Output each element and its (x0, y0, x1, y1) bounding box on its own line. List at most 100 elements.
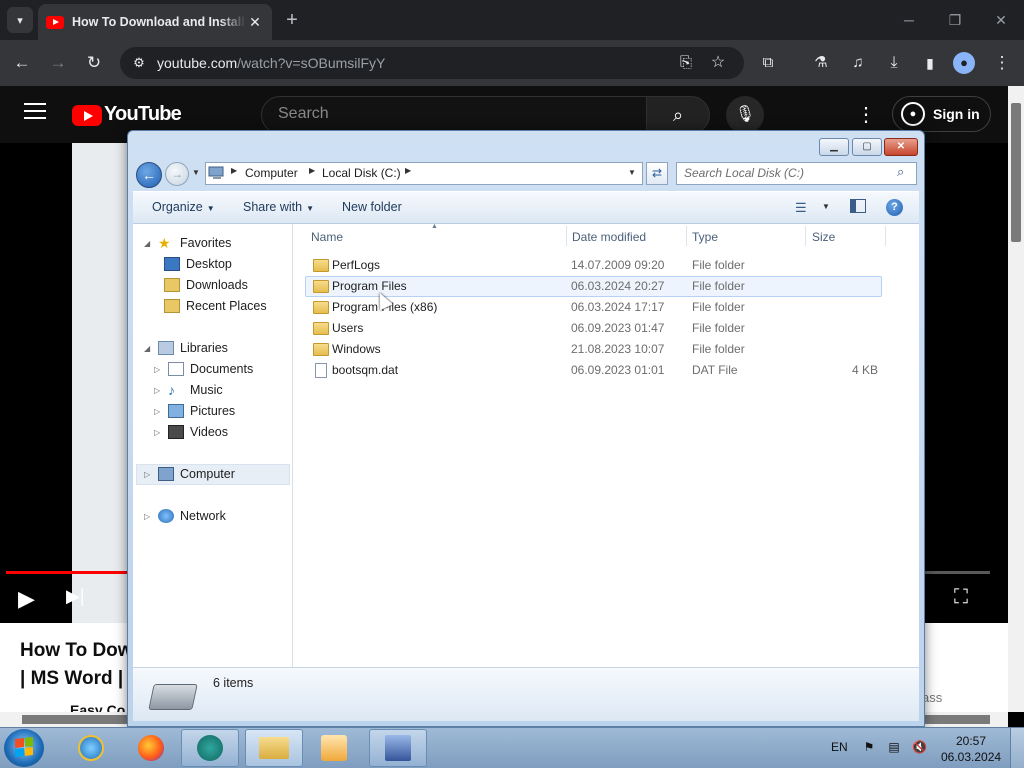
back-button[interactable]: ← (9, 50, 35, 76)
window-close-button[interactable]: ✕ (989, 8, 1013, 32)
voice-search-mic-icon[interactable]: 🎙 (726, 96, 764, 134)
chrome-menu-icon[interactable]: ⋮ (989, 50, 1015, 76)
collapse-arrow-icon[interactable]: ◢ (144, 344, 152, 353)
nav-item-downloads[interactable]: Downloads (164, 275, 248, 295)
window-restore-button[interactable]: ❐ (943, 8, 967, 32)
tab-search-button[interactable]: ▾ (7, 7, 33, 33)
action-center-flag-icon[interactable]: ⚑ (862, 740, 876, 754)
column-divider[interactable] (805, 226, 806, 246)
forward-button[interactable]: → (45, 50, 71, 76)
expand-arrow-icon[interactable]: ▷ (144, 470, 152, 479)
hamburger-menu-icon[interactable] (24, 103, 46, 121)
taskbar-internet-explorer[interactable] (62, 729, 120, 767)
column-divider[interactable] (686, 226, 687, 246)
profile-avatar-icon[interactable]: ● (953, 52, 975, 74)
taskbar-explorer[interactable] (245, 729, 303, 767)
file-row[interactable]: Windows 21.08.2023 10:07 File folder (305, 339, 882, 360)
volume-muted-icon[interactable]: 🔇 (912, 740, 927, 754)
side-panel-icon[interactable]: ▮ (917, 50, 943, 76)
refresh-icon[interactable]: ⇄ (646, 162, 668, 185)
column-divider[interactable] (566, 226, 567, 246)
new-folder-button[interactable]: New folder (342, 200, 402, 214)
language-indicator[interactable]: EN (831, 740, 848, 754)
labs-flask-icon[interactable]: ⚗ (808, 50, 834, 76)
organize-button[interactable]: Organize ▼ (152, 200, 215, 214)
explorer-forward-button[interactable]: → (165, 162, 189, 186)
reload-button[interactable]: ↻ (81, 50, 107, 76)
expand-arrow-icon[interactable]: ▷ (154, 386, 162, 395)
media-control-icon[interactable]: ♫ (845, 50, 871, 76)
nav-item-music[interactable]: ▷ ♪ Music (154, 380, 223, 400)
file-row[interactable]: PerfLogs 14.07.2009 09:20 File folder (305, 255, 882, 276)
browser-tab-active[interactable]: How To Download and Install | ✕ (38, 4, 272, 40)
expand-arrow-icon[interactable]: ▷ (154, 407, 162, 416)
nav-item-desktop[interactable]: Desktop (164, 254, 232, 274)
youtube-settings-more-icon[interactable]: ⋮ (856, 100, 876, 130)
change-view-icon[interactable]: ☰ (795, 200, 807, 216)
file-row[interactable]: Program Files (x86) 06.03.2024 17:17 Fil… (305, 297, 882, 318)
breadcrumb-separator-icon[interactable]: ▶ (231, 166, 237, 175)
help-icon[interactable]: ? (886, 199, 903, 216)
next-video-icon[interactable]: ▶| (66, 586, 92, 612)
bookmark-star-icon[interactable]: ☆ (705, 50, 731, 76)
column-header-date-modified[interactable]: Date modified (572, 230, 646, 244)
breadcrumb-computer[interactable]: Computer (245, 166, 298, 180)
taskbar-setup-app[interactable] (369, 729, 427, 767)
expand-arrow-icon[interactable]: ▷ (154, 365, 162, 374)
collapse-arrow-icon[interactable]: ◢ (144, 239, 152, 248)
nav-item-pictures[interactable]: ▷ Pictures (154, 401, 235, 421)
explorer-maximize-button[interactable]: ▢ (852, 138, 882, 156)
nav-item-computer[interactable]: ▷ Computer (144, 464, 235, 484)
expand-arrow-icon[interactable]: ▷ (144, 512, 152, 521)
column-divider[interactable] (885, 226, 886, 246)
explorer-back-button[interactable]: ← (136, 162, 162, 188)
address-dropdown-icon[interactable]: ▼ (628, 168, 636, 177)
network-tray-icon[interactable]: ▤ (887, 740, 901, 754)
address-url[interactable]: youtube.com/watch?v=sOBumsilFyY (157, 55, 385, 71)
expand-arrow-icon[interactable]: ▷ (154, 428, 162, 437)
explorer-minimize-button[interactable]: ▁ (819, 138, 849, 156)
nav-item-documents[interactable]: ▷ Documents (154, 359, 253, 379)
tab-close-button[interactable]: ✕ (246, 14, 264, 31)
share-with-button[interactable]: Share with ▼ (243, 200, 314, 214)
nav-item-recent-places[interactable]: Recent Places (164, 296, 267, 316)
search-icon[interactable]: ⌕ (897, 164, 904, 180)
taskbar-firefox[interactable] (122, 729, 180, 767)
breadcrumb-separator-icon[interactable]: ▶ (309, 166, 315, 175)
play-icon[interactable]: ▶ (18, 586, 44, 612)
taskbar-media-player[interactable] (305, 729, 363, 767)
video-title-line1: How To Dow (20, 640, 130, 661)
downloads-icon[interactable]: ⤓ (881, 50, 907, 76)
fullscreen-icon[interactable]: ⛶ (954, 586, 978, 610)
nav-item-network[interactable]: ▷ Network (144, 506, 226, 526)
file-row[interactable]: Program Files 06.03.2024 20:27 File fold… (305, 276, 882, 297)
clock-date[interactable]: 06.03.2024 (941, 750, 1001, 764)
explorer-close-button[interactable]: ✕ (884, 138, 918, 156)
nav-item-videos[interactable]: ▷ Videos (154, 422, 228, 442)
taskbar-chrome[interactable] (181, 729, 239, 767)
sign-in-button[interactable]: ● Sign in (892, 96, 991, 132)
column-header-type[interactable]: Type (692, 230, 718, 244)
clock-time[interactable]: 20:57 (941, 734, 1001, 748)
column-header-size[interactable]: Size (812, 230, 835, 244)
new-tab-button[interactable]: + (282, 8, 302, 32)
window-minimize-button[interactable]: ─ (897, 8, 921, 32)
install-app-icon[interactable]: ⎘ (673, 50, 699, 76)
nav-item-favorites[interactable]: ◢ ★ Favorites (144, 233, 231, 253)
view-dropdown-icon[interactable]: ▼ (822, 202, 830, 211)
breadcrumb-local-disk[interactable]: Local Disk (C:) (322, 166, 401, 180)
file-row[interactable]: Users 06.09.2023 01:47 File folder (305, 318, 882, 339)
vertical-scrollbar-thumb[interactable] (1011, 103, 1021, 242)
show-desktop-button[interactable] (1010, 728, 1024, 768)
youtube-search-button[interactable]: ⌕ (646, 96, 710, 134)
recent-pages-dropdown-icon[interactable]: ▼ (192, 168, 200, 177)
breadcrumb-separator-icon[interactable]: ▶ (405, 166, 411, 175)
youtube-logo-text[interactable]: YouTube (104, 103, 182, 126)
nav-item-libraries[interactable]: ◢ Libraries (144, 338, 228, 358)
extensions-icon[interactable]: ⧉ (755, 50, 781, 76)
file-row[interactable]: bootsqm.dat 06.09.2023 01:01 DAT File 4 … (305, 360, 882, 381)
preview-pane-icon[interactable] (850, 199, 866, 213)
site-info-icon[interactable]: ⚙ (128, 52, 150, 74)
column-header-name[interactable]: Name (311, 230, 343, 244)
youtube-logo-icon[interactable] (72, 105, 102, 126)
